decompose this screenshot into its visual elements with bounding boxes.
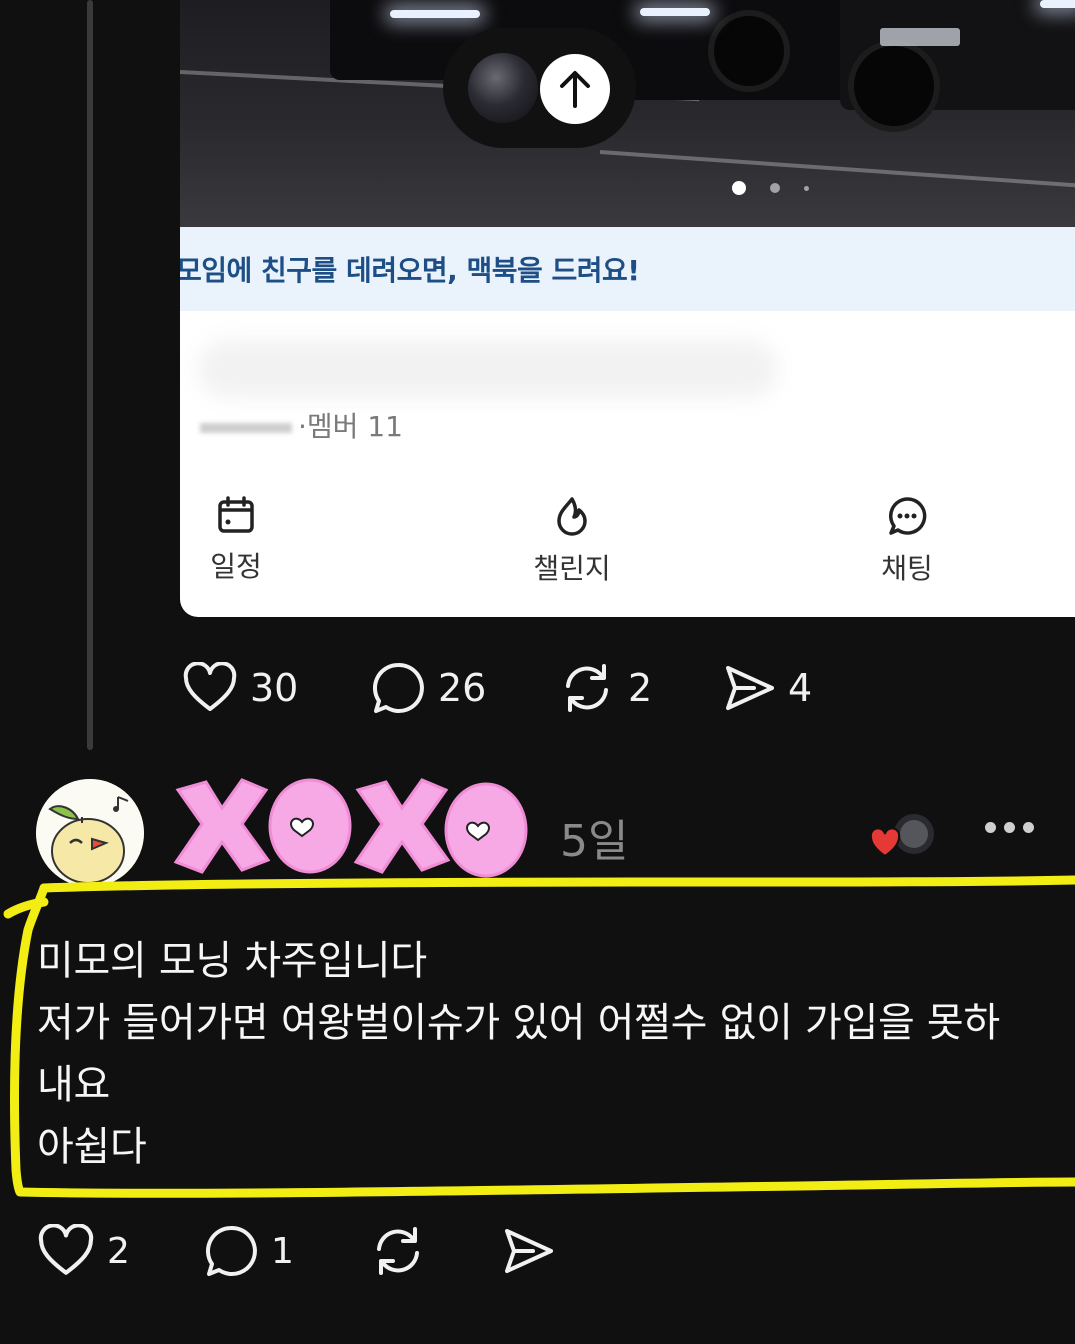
license-plate xyxy=(880,28,960,46)
comment-icon xyxy=(206,1225,257,1276)
comment-count: 26 xyxy=(438,666,487,710)
post-line: 미모의 모닝 차주입니다 xyxy=(37,938,427,984)
flame-icon xyxy=(557,497,587,536)
share-pill[interactable] xyxy=(443,28,636,148)
thread-connector-line xyxy=(87,0,93,750)
more-dot xyxy=(1023,822,1034,833)
shared-community-card[interactable]: 모임에 친구를 데려오면, 맥북을 드려요! ·멤버 11 일정 챌린지 채팅 xyxy=(180,0,1075,617)
community-meta: ·멤버 11 xyxy=(200,405,403,445)
more-options-button[interactable] xyxy=(985,822,1034,833)
post-line: 아쉽다 xyxy=(37,1124,147,1170)
promo-banner[interactable]: 모임에 친구를 데려오면, 맥북을 드려요! xyxy=(180,227,1075,311)
repost-icon xyxy=(566,664,608,712)
repost-button[interactable]: 2 xyxy=(558,660,724,716)
share-count: 4 xyxy=(788,666,813,710)
thumbnail-avatar xyxy=(468,53,538,123)
repost-count: 2 xyxy=(628,666,653,710)
share-button[interactable]: 4 xyxy=(724,662,812,714)
avatar[interactable] xyxy=(36,779,144,887)
blurred-text xyxy=(200,423,292,433)
chat-bubble-icon xyxy=(889,497,927,535)
cars-photo[interactable] xyxy=(180,0,1075,227)
car-wheel xyxy=(708,10,790,92)
tab-label: 채팅 xyxy=(881,552,933,585)
scroll-up-button[interactable] xyxy=(540,54,610,124)
carousel-dot xyxy=(804,185,809,191)
carousel-dot-active xyxy=(732,181,746,195)
more-dot xyxy=(985,822,996,833)
post-actions: 30 26 2 4 xyxy=(182,660,812,716)
comment-button[interactable]: 1 xyxy=(203,1223,369,1279)
liked-by-avatars xyxy=(870,812,936,858)
arrow-up-icon xyxy=(560,71,590,108)
more-dot xyxy=(1004,822,1015,833)
heart-icon xyxy=(870,827,901,858)
like-button[interactable]: 2 xyxy=(37,1224,203,1278)
tab-label: 챌린지 xyxy=(533,552,611,585)
send-icon xyxy=(726,666,774,710)
calendar-icon xyxy=(218,496,254,533)
parking-line xyxy=(599,150,1075,188)
repost-button[interactable] xyxy=(369,1223,503,1279)
like-count: 30 xyxy=(250,666,299,710)
blurred-community-name xyxy=(198,340,778,398)
carousel-indicator xyxy=(732,181,809,195)
headlight xyxy=(390,10,480,18)
heart-icon xyxy=(38,1224,94,1275)
comment-button[interactable]: 26 xyxy=(370,660,558,716)
member-count: ·멤버 11 xyxy=(298,410,403,443)
like-button[interactable]: 30 xyxy=(182,662,370,714)
headlight xyxy=(1040,0,1075,8)
comment-icon xyxy=(373,662,424,713)
promo-text: 모임에 친구를 데려오면, 맥북을 드려요! xyxy=(180,254,640,287)
sprout-character-avatar xyxy=(36,779,144,887)
headlight xyxy=(640,8,710,16)
xoxo-sticker xyxy=(173,778,528,878)
post-line: 내요 xyxy=(37,1062,110,1108)
post-actions: 2 1 xyxy=(37,1223,555,1279)
post-body: 미모의 모닝 차주입니다 저가 들어가면 여왕벌이슈가 있어 어쩔수 없이 가입… xyxy=(37,930,1000,1178)
post-line: 저가 들어가면 여왕벌이슈가 있어 어쩔수 없이 가입을 못하 xyxy=(37,1000,1000,1046)
heart-icon xyxy=(183,662,237,711)
tab-schedule[interactable]: 일정 xyxy=(180,495,316,585)
share-button[interactable] xyxy=(503,1225,555,1277)
car-wheel xyxy=(848,40,940,132)
tab-label: 일정 xyxy=(210,550,262,583)
carousel-dot xyxy=(770,183,780,193)
tab-challenge[interactable]: 챌린지 xyxy=(492,495,652,587)
post-time: 5일 xyxy=(560,816,629,867)
tab-chat[interactable]: 채팅 xyxy=(827,495,987,587)
send-icon xyxy=(505,1229,553,1273)
comment-count: 1 xyxy=(271,1230,294,1272)
repost-icon xyxy=(377,1227,419,1275)
like-count: 2 xyxy=(107,1230,130,1272)
